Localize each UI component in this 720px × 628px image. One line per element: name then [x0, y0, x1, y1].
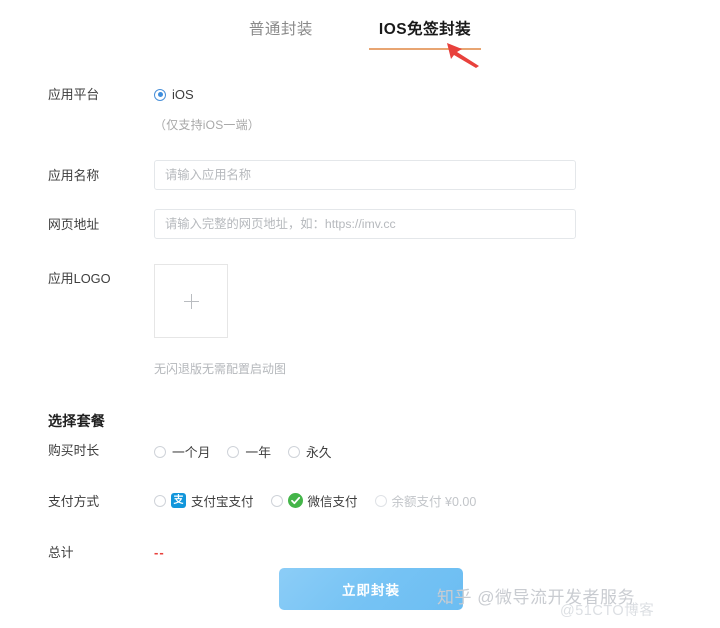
section-title-package: 选择套餐 — [48, 413, 106, 429]
app-name-input[interactable] — [154, 160, 576, 190]
form-row-duration: 购买时长 一个月 一年 永久 — [0, 442, 720, 461]
app-logo-label: 应用LOGO — [48, 271, 111, 286]
tab-bar: 普通封装 IOS免签封装 — [0, 18, 720, 64]
form-row-payment: 支付方式 支 支付宝支付 微信支付 余额支付 ¥0.00 — [0, 491, 720, 511]
tab-normal-packaging[interactable]: 普通封装 — [243, 18, 319, 50]
tab-label: 普通封装 — [248, 21, 313, 38]
radio-duration-one-month-label: 一个月 — [172, 445, 211, 460]
platform-hint: （仅支持iOS一端） — [154, 118, 261, 132]
form-row-app-logo: 应用LOGO 无闪退版无需配置启动图 — [0, 264, 720, 377]
logo-upload-box[interactable] — [154, 264, 228, 338]
duration-field: 一个月 一年 永久 — [154, 442, 720, 461]
radio-dot-icon — [287, 445, 300, 458]
total-label: 总计 — [48, 545, 74, 560]
app-logo-field: 无闪退版无需配置启动图 — [154, 264, 720, 377]
app-name-label: 应用名称 — [48, 168, 100, 183]
web-url-field — [154, 209, 720, 239]
radio-duration-one-year[interactable]: 一年 — [227, 442, 271, 461]
radio-dot-icon — [374, 494, 387, 507]
tab-active-underline — [368, 48, 482, 50]
radio-payment-wechat-label: 微信支付 — [307, 495, 358, 509]
tab-label: IOS免签封装 — [378, 21, 472, 38]
radio-duration-permanent[interactable]: 永久 — [287, 442, 332, 461]
radio-payment-balance: 余额支付 ¥0.00 — [374, 491, 477, 510]
radio-dot-icon — [154, 494, 166, 507]
radio-payment-wechat[interactable]: 微信支付 — [270, 491, 358, 510]
form-row-app-name: 应用名称 — [0, 160, 720, 190]
packaging-form: 应用平台 iOS （仅支持iOS一端） 应用名称 网页地址 应用LOGO 无闪退… — [0, 86, 720, 562]
payment-field: 支 支付宝支付 微信支付 余额支付 ¥0.00 — [154, 491, 720, 510]
form-row-platform: 应用平台 iOS （仅支持iOS一端） — [0, 86, 720, 133]
alipay-icon: 支 — [171, 493, 186, 508]
app-name-field — [154, 160, 720, 190]
platform-field: iOS （仅支持iOS一端） — [154, 86, 720, 133]
logo-upload-note: 无闪退版无需配置启动图 — [154, 362, 287, 376]
payment-label: 支付方式 — [48, 494, 100, 509]
radio-platform-ios[interactable]: iOS — [154, 87, 194, 102]
radio-payment-alipay[interactable]: 支 支付宝支付 — [154, 491, 254, 510]
total-field: -- — [154, 544, 720, 562]
radio-platform-ios-label: iOS — [172, 87, 194, 103]
radio-dot-icon — [154, 88, 166, 101]
platform-label: 应用平台 — [48, 87, 100, 102]
radio-duration-one-month[interactable]: 一个月 — [154, 442, 210, 461]
radio-dot-icon — [270, 494, 283, 507]
radio-duration-one-year-label: 一年 — [245, 445, 271, 460]
submit-packaging-button[interactable]: 立即封装 — [279, 568, 463, 610]
radio-payment-balance-label: 余额支付 ¥0.00 — [391, 495, 477, 509]
radio-payment-alipay-label: 支付宝支付 — [191, 495, 254, 509]
web-url-input[interactable] — [154, 209, 576, 239]
radio-duration-permanent-label: 永久 — [305, 445, 332, 460]
radio-dot-icon — [227, 445, 240, 458]
wechat-icon — [287, 493, 303, 508]
total-value: -- — [154, 545, 165, 560]
submit-area: 立即封装 — [0, 568, 720, 610]
duration-label: 购买时长 — [48, 443, 100, 458]
plus-icon — [183, 293, 199, 309]
tab-ios-signless-packaging[interactable]: IOS免签封装 — [368, 18, 482, 50]
radio-dot-icon — [154, 445, 166, 458]
form-row-total: 总计 -- — [0, 544, 720, 562]
web-url-label: 网页地址 — [48, 217, 100, 232]
form-row-web-url: 网页地址 — [0, 209, 720, 239]
